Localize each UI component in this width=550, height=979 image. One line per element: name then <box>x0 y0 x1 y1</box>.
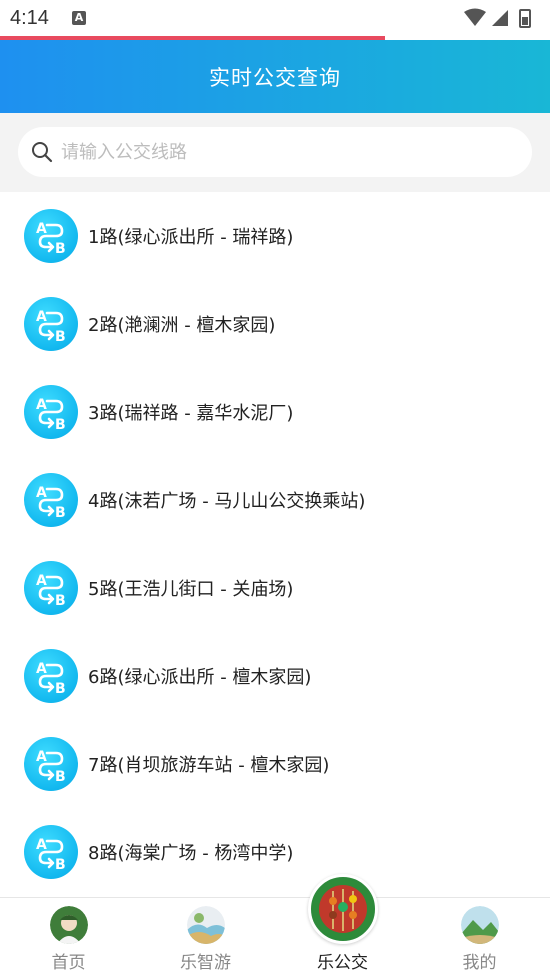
route-label: 3路(瑞祥路 - 嘉华水泥厂) <box>88 403 294 424</box>
svg-text:B: B <box>55 505 66 521</box>
route-a-to-b-icon: AB <box>24 473 78 527</box>
route-label: 5路(王浩儿街口 - 关庙场) <box>88 579 294 600</box>
svg-text:A: A <box>36 661 47 677</box>
svg-text:A: A <box>36 573 47 589</box>
svg-text:A: A <box>36 221 47 237</box>
route-label: 4路(沫若广场 - 马儿山公交换乘站) <box>88 491 366 512</box>
tab-label: 首页 <box>51 953 86 973</box>
svg-text:A: A <box>36 749 47 765</box>
person-avatar-icon <box>49 906 88 944</box>
route-a-to-b-icon: AB <box>24 297 78 351</box>
notification-icon: A <box>72 11 86 25</box>
tab-label: 乐公交 <box>317 953 368 973</box>
bus-query-screen: 4:14 A 实时公交查询 AB1路(绿心派出所 - 瑞祥路)AB2路(滟澜洲 … <box>0 0 550 979</box>
skewer-food-icon <box>307 874 378 944</box>
bottom-tab-bar: 首页 乐智游 乐公交 我的 <box>0 874 550 979</box>
tab-mine[interactable]: 我的 <box>411 898 548 979</box>
route-list-item[interactable]: A B 1路(绿心派出所 - 瑞祥路) <box>0 192 550 280</box>
svg-text:A: A <box>36 837 47 853</box>
route-a-to-b-icon: AB <box>24 561 78 615</box>
app-header: 实时公交查询 <box>0 40 550 113</box>
signal-battery-icons <box>464 8 531 28</box>
route-a-to-b-icon: AB <box>24 385 78 439</box>
search-box[interactable] <box>18 127 532 177</box>
wifi-icon <box>464 8 486 26</box>
cell-signal-icon <box>492 10 508 26</box>
search-icon <box>32 142 53 163</box>
status-bar: 4:14 A <box>0 0 550 40</box>
route-list-item[interactable]: A B 3路(瑞祥路 - 嘉华水泥厂) <box>0 368 550 456</box>
route-list-item[interactable]: A B 7路(肖坝旅游车站 - 檀木家园) <box>0 720 550 808</box>
route-list: A B 1路(绿心派出所 - 瑞祥路) A B 2路(滟澜洲 - 檀木家园) A B 3路(瑞祥… <box>0 192 550 897</box>
route-label: 2路(滟澜洲 - 檀木家园) <box>88 315 276 336</box>
tab-bus[interactable]: 乐公交 <box>274 874 411 979</box>
route-label: 7路(肖坝旅游车站 - 檀木家园) <box>88 755 330 776</box>
status-time: 4:14 <box>10 7 49 29</box>
page-title: 实时公交查询 <box>209 65 341 90</box>
svg-text:A: A <box>36 397 47 413</box>
svg-text:A: A <box>36 309 47 325</box>
route-list-item[interactable]: A B 6路(绿心派出所 - 檀木家园) <box>0 632 550 720</box>
tab-home[interactable]: 首页 <box>0 898 137 979</box>
route-list-item[interactable]: A B 4路(沫若广场 - 马儿山公交换乘站) <box>0 456 550 544</box>
route-a-to-b-icon: AB <box>24 825 78 879</box>
svg-text:B: B <box>55 593 66 609</box>
tab-label: 我的 <box>462 953 497 973</box>
route-list-item[interactable]: A B 5路(王浩儿街口 - 关庙场) <box>0 544 550 632</box>
mountain-landscape-icon <box>460 906 499 944</box>
route-a-to-b-icon: AB <box>24 209 78 263</box>
tab-label: 乐智游 <box>180 953 231 973</box>
tab-smart-tour[interactable]: 乐智游 <box>137 898 274 979</box>
route-list-item[interactable]: A B 2路(滟澜洲 - 檀木家园) <box>0 280 550 368</box>
route-list-item[interactable]: A B 8路(海棠广场 - 杨湾中学) <box>0 808 550 896</box>
svg-text:B: B <box>55 857 66 873</box>
svg-text:B: B <box>55 329 66 345</box>
svg-text:B: B <box>55 769 66 785</box>
svg-text:B: B <box>55 681 66 697</box>
svg-text:A: A <box>36 485 47 501</box>
route-a-to-b-icon: AB <box>24 649 78 703</box>
search-input[interactable] <box>61 141 491 163</box>
route-label: 8路(海棠广场 - 杨湾中学) <box>88 843 294 864</box>
route-label: 1路(绿心派出所 - 瑞祥路) <box>88 227 294 248</box>
route-label: 6路(绿心派出所 - 檀木家园) <box>88 667 312 688</box>
svg-text:B: B <box>55 241 66 257</box>
search-area <box>0 113 550 192</box>
landscape-icon <box>186 906 225 944</box>
svg-text:B: B <box>55 417 66 433</box>
route-a-to-b-icon: AB <box>24 737 78 791</box>
